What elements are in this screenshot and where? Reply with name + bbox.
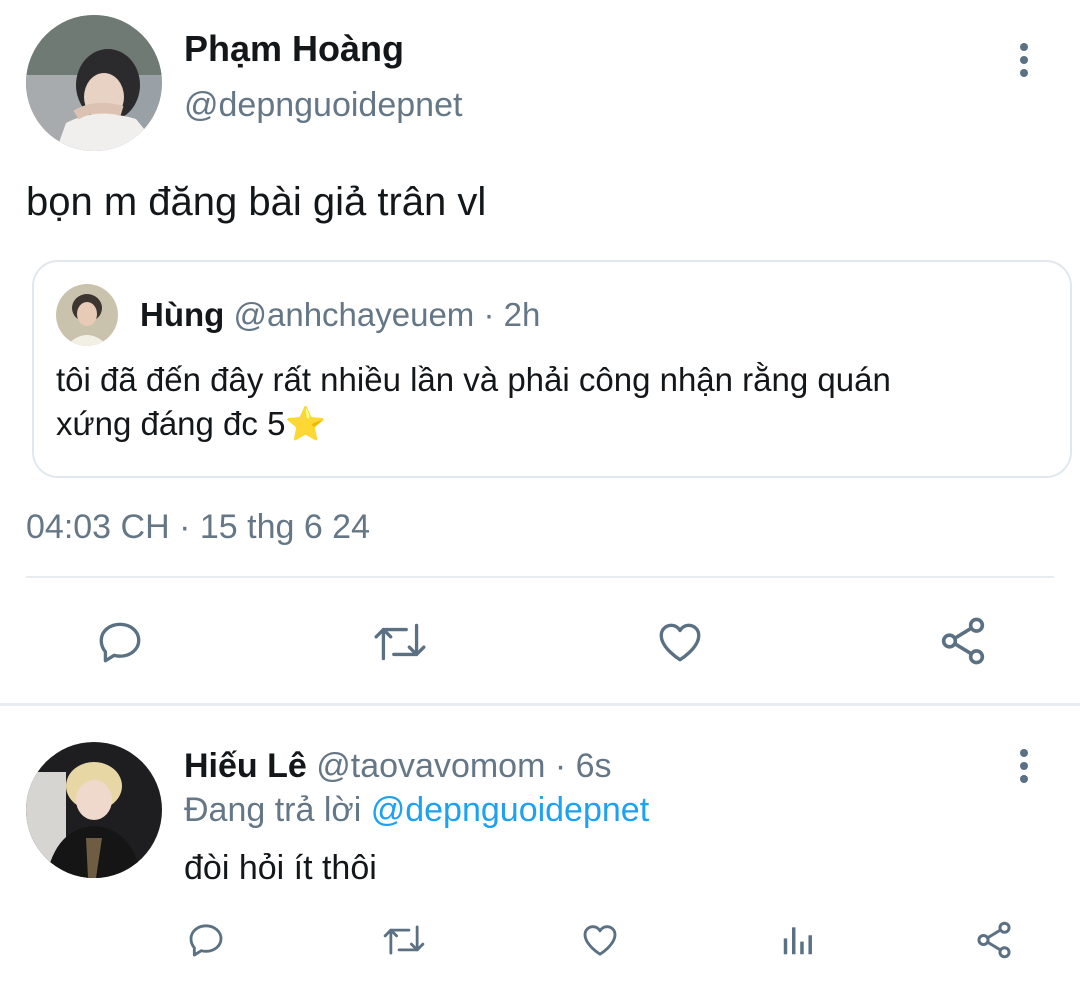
star-emoji: ⭐ [285, 405, 327, 442]
quoted-text-line1: tôi đã đến đây rất nhiều lần và phải côn… [56, 361, 891, 398]
quoted-author-handle: @anhchayeuem [233, 296, 475, 333]
tweet-text: bọn m đăng bài giả trân vl [26, 180, 487, 224]
reply-reply-button[interactable] [184, 918, 228, 962]
more-vertical-icon [1020, 43, 1028, 77]
reply-icon [99, 622, 141, 663]
quoted-header: Hùng @anhchayeuem · 2h [140, 296, 540, 334]
like-button[interactable] [652, 614, 708, 670]
reply-more-options-button[interactable] [1004, 746, 1044, 786]
retweet-icon [374, 623, 426, 661]
section-separator [0, 703, 1080, 706]
analytics-icon [783, 927, 812, 955]
share-icon [941, 617, 985, 665]
reply-time: · 6s [554, 747, 612, 785]
reply-button[interactable] [92, 614, 148, 670]
retweet-icon [383, 925, 425, 955]
reply-retweet-button[interactable] [380, 918, 428, 962]
quoted-tweet-card[interactable]: Hùng @anhchayeuem · 2h tôi đã đến đây rấ… [32, 260, 1072, 478]
quoted-time: · 2h [483, 296, 541, 333]
reply-author-handle[interactable]: @taovavomom [316, 747, 545, 785]
replying-to-handle-link[interactable]: @depnguoidepnet [371, 791, 649, 829]
like-icon [583, 925, 617, 956]
quoted-author-name: Hùng [140, 296, 225, 333]
like-icon [659, 623, 701, 662]
reply-like-button[interactable] [578, 918, 622, 962]
replying-to: Đang trả lời @depnguoidepnet [184, 791, 649, 830]
share-icon [977, 921, 1011, 959]
replying-to-label: Đang trả lời [184, 791, 362, 829]
quoted-author-avatar [56, 284, 118, 346]
more-vertical-icon [1020, 749, 1028, 783]
reply-author-avatar[interactable] [26, 742, 162, 878]
author-name[interactable]: Phạm Hoàng [184, 28, 404, 70]
author-avatar[interactable] [26, 15, 162, 151]
reply-text: đòi hỏi ít thôi [184, 849, 377, 887]
retweet-button[interactable] [370, 614, 430, 670]
reply-icon [189, 924, 223, 957]
quoted-text-line2: xứng đáng đc 5 [56, 405, 286, 442]
reply-header: Hiếu Lê @taovavomom · 6s [184, 747, 612, 786]
reply-share-button[interactable] [972, 918, 1016, 962]
reply-analytics-button[interactable] [776, 918, 820, 962]
author-handle[interactable]: @depnguoidepnet [184, 86, 462, 125]
reply-author-name[interactable]: Hiếu Lê [184, 747, 307, 785]
tweet-timestamp: 04:03 CH · 15 thg 6 24 [26, 508, 371, 546]
quoted-text: tôi đã đến đây rất nhiều lần và phải côn… [56, 358, 891, 446]
more-options-button[interactable] [1004, 40, 1044, 80]
share-button[interactable] [934, 612, 992, 670]
divider [26, 576, 1054, 578]
